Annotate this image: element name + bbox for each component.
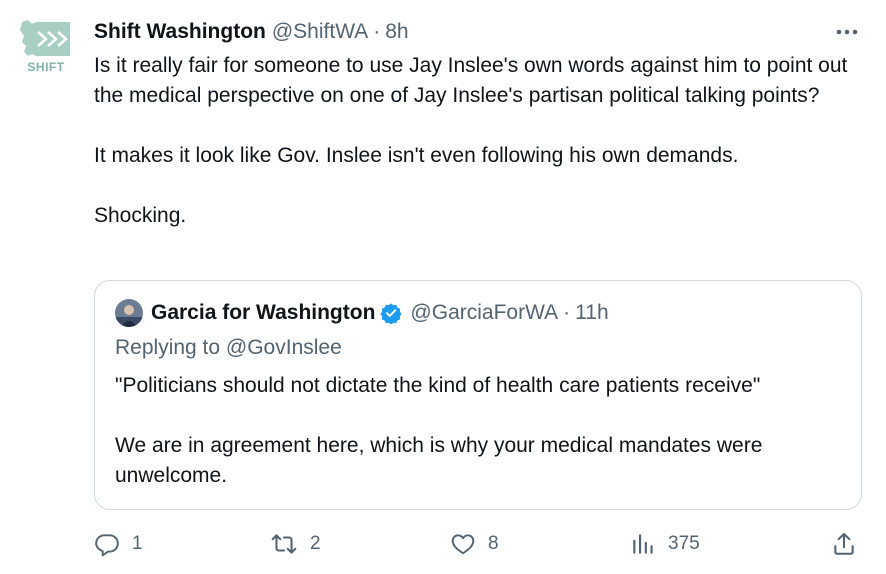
heart-icon (451, 534, 475, 555)
reply-button[interactable]: 1 (94, 527, 143, 561)
quoted-tweet-paragraph: "Politicians should not dictate the kind… (115, 374, 761, 397)
separator-dot: · (373, 20, 381, 43)
retweet-count: 2 (310, 533, 321, 554)
like-count: 8 (488, 533, 499, 554)
views-count: 375 (668, 533, 700, 554)
washington-state-logo-icon (20, 20, 70, 56)
quoted-tweet-header: Garcia for Washington @GarciaForWA · 11h (115, 298, 609, 328)
retweet-icon (271, 534, 297, 554)
person-photo-icon (115, 299, 143, 327)
replying-to-label: Replying to (115, 336, 221, 359)
separator-dot: · (563, 301, 571, 324)
tweet-text: Is it really fair for someone to use Jay… (94, 51, 864, 231)
like-button[interactable]: 8 (450, 527, 499, 561)
quoted-tweet-card[interactable]: Garcia for Washington @GarciaForWA · 11h… (94, 280, 862, 510)
views-button[interactable]: 375 (630, 527, 700, 561)
author-display-name[interactable]: Shift Washington (94, 20, 266, 44)
tweet-paragraph: Is it really fair for someone to use Jay… (94, 54, 848, 107)
quoted-author-display-name[interactable]: Garcia for Washington (151, 301, 375, 325)
verified-check-icon (380, 303, 403, 324)
verified-badge (380, 302, 403, 324)
retweet-button[interactable]: 2 (270, 527, 321, 561)
author-handle[interactable]: @ShiftWA (272, 20, 368, 44)
share-button[interactable] (831, 527, 857, 561)
reply-icon (95, 534, 119, 557)
tweet-action-bar: 1 2 8 375 (94, 527, 864, 561)
more-horizontal-icon (836, 29, 858, 35)
tweet-paragraph: Shocking. (94, 204, 187, 227)
reply-count: 1 (132, 533, 143, 554)
share-icon (834, 533, 854, 555)
tweet[interactable]: SHIFT Shift Washington @ShiftWA · 8h Is … (0, 0, 886, 574)
author-avatar[interactable]: SHIFT (16, 18, 76, 78)
tweet-header: Shift Washington @ShiftWA · 8h (94, 17, 409, 47)
quoted-tweet-text: "Politicians should not dictate the kind… (115, 371, 835, 491)
replying-to-line: Replying to @GovInslee (115, 336, 342, 360)
quoted-author-avatar[interactable] (115, 299, 143, 327)
quoted-tweet-paragraph: We are in agreement here, which is why y… (115, 434, 763, 487)
more-options-button[interactable] (832, 20, 862, 44)
avatar-logo-text: SHIFT (27, 60, 65, 74)
quoted-tweet-timestamp[interactable]: 11h (575, 301, 608, 325)
quoted-author-handle[interactable]: @GarciaForWA (410, 301, 558, 325)
views-chart-icon (633, 534, 653, 554)
tweet-paragraph: It makes it look like Gov. Inslee isn't … (94, 144, 739, 167)
replying-to-mention[interactable]: @GovInslee (226, 336, 342, 359)
tweet-timestamp[interactable]: 8h (385, 20, 408, 44)
